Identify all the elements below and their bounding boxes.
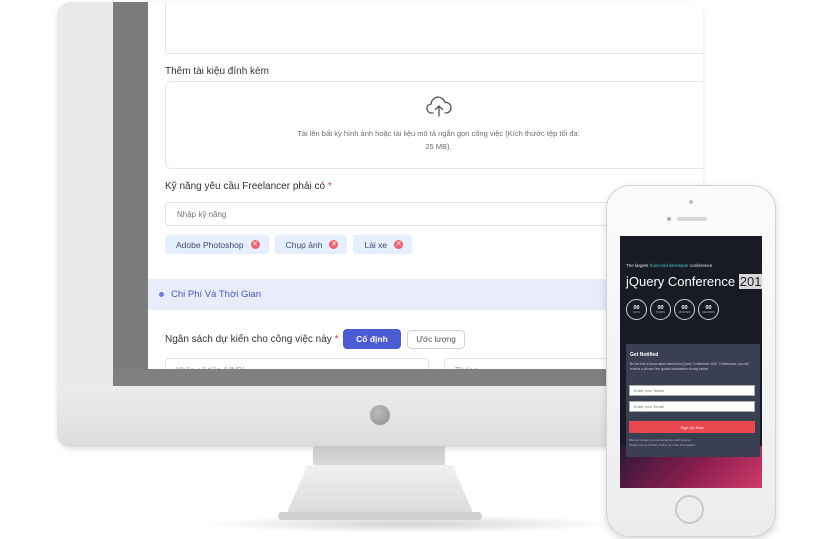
close-circle-icon[interactable]: ✕ (394, 240, 404, 249)
conference-title-text: jQuery Conference (626, 274, 739, 289)
required-mark: * (334, 334, 339, 345)
phone-speaker (677, 217, 707, 221)
countdown-unit: HOURS (655, 310, 666, 314)
countdown-hours: 00 HOURS (650, 299, 671, 320)
countdown-days: 00 DAYS (626, 299, 647, 320)
budget-estimate-button[interactable]: Ước lượng (407, 330, 465, 349)
phone-camera (667, 217, 671, 221)
privacy-note: We don't share your personal info with a… (629, 438, 755, 448)
countdown-seconds: 00 SECONDS (698, 299, 719, 320)
skill-tag: Lái xe ✕ (353, 235, 413, 254)
notify-title: Get Notified (630, 352, 659, 358)
power-button-icon (370, 405, 390, 425)
monitor-stand-base (278, 512, 482, 520)
skill-tag-label: Lái xe (364, 239, 388, 250)
close-circle-icon[interactable]: ✕ (329, 240, 339, 249)
budget-label-text: Ngân sách dự kiến cho công việc này (165, 334, 332, 345)
budget-fixed-button[interactable]: Cố định (343, 329, 401, 349)
tagline-end: conference (688, 263, 713, 268)
skill-tag: Adobe Photoshop ✕ (165, 235, 269, 254)
conference-title: jQuery Conference 2016 (626, 274, 762, 289)
countdown-unit: MINUTES (678, 310, 691, 314)
budget-amount-input[interactable]: Nhập số tiền (VND) (165, 358, 429, 369)
countdown-timer: 00 DAYS 00 HOURS 00 MINUTES 00 SECONDS (626, 299, 719, 320)
home-button[interactable] (675, 495, 704, 524)
monitor-neck (313, 446, 445, 466)
monitor-stand (285, 465, 475, 517)
upload-instructions: Tải lên bất kỳ hình ảnh hoặc tài liệu mô… (297, 129, 580, 151)
notify-description: Be the first to know about news from jQu… (630, 362, 749, 371)
countdown-minutes: 00 MINUTES (674, 299, 695, 320)
phone-sensor (689, 200, 693, 204)
notify-form: Get Notified Be the first to know about … (626, 344, 760, 457)
mobile-phone: The largest front-end developer conferen… (606, 185, 776, 537)
skills-label-text: Kỹ năng yêu cầu Freelancer phải có (165, 181, 326, 192)
close-circle-icon[interactable]: ✕ (250, 240, 260, 249)
skill-tag: Chụp ảnh ✕ (274, 235, 348, 254)
previous-text-area[interactable] (165, 2, 703, 54)
privacy-note-line: Check out our Privacy Policy for more in… (629, 443, 696, 447)
signup-button[interactable]: Sign Up Now (629, 421, 755, 433)
skills-label: Kỹ năng yêu cầu Freelancer phải có * (165, 181, 332, 192)
file-upload-dropzone[interactable]: Tải lên bất kỳ hình ảnh hoặc tài liệu mô… (165, 81, 703, 169)
cloud-upload-icon (426, 96, 452, 117)
budget-label: Ngân sách dự kiến cho công việc này * (165, 334, 338, 345)
attachment-label: Thêm tài kiệu đính kèm (165, 66, 269, 77)
countdown-unit: DAYS (633, 310, 640, 314)
tagline-start: The largest (626, 263, 650, 268)
section-title: Chi Phí Và Thời Gian (171, 289, 262, 300)
skill-tag-label: Chụp ảnh (285, 239, 323, 250)
name-input[interactable] (629, 385, 755, 396)
bullet-dot-icon (159, 292, 164, 297)
phone-screen: The largest front-end developer conferen… (620, 236, 762, 488)
conference-year: 2016 (738, 274, 762, 289)
required-mark: * (327, 181, 332, 192)
skill-tags: Adobe Photoshop ✕ Chụp ảnh ✕ Lái xe ✕ (165, 235, 413, 254)
conference-tagline: The largest front-end developer conferen… (626, 263, 712, 268)
countdown-unit: SECONDS (702, 310, 715, 314)
tagline-accent: front-end developer (649, 263, 689, 268)
skill-tag-label: Adobe Photoshop (176, 239, 244, 250)
email-input[interactable] (629, 401, 755, 412)
